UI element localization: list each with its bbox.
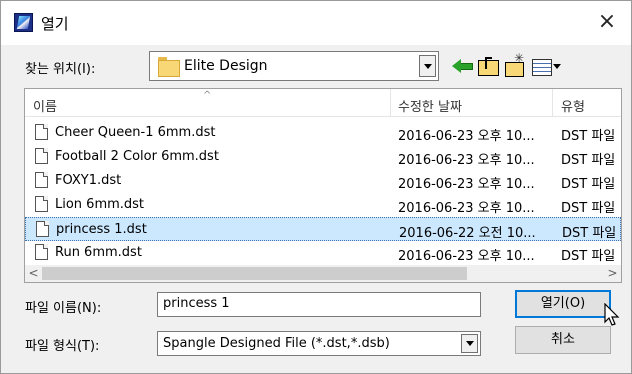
window-title: 열기 xyxy=(41,15,69,33)
file-row[interactable]: princess 1.dst 2016-06-22 오전 10... DST 파일 xyxy=(25,217,621,241)
folder-icon xyxy=(158,57,180,77)
chevron-down-icon[interactable] xyxy=(419,55,436,77)
file-type-value: Spangle Designed File (*.dst,*.dsb) xyxy=(163,336,390,351)
view-menu-icon[interactable] xyxy=(531,55,563,77)
file-rows: Cheer Queen-1 6mm.dst 2016-06-23 오후 10...… xyxy=(25,121,621,265)
file-type-label: 파일 형식(T): xyxy=(25,339,100,354)
file-list[interactable]: ^ 이름 수정한 날짜 유형 Cheer Queen-1 6mm.dst 2016… xyxy=(24,88,622,283)
horizontal-scrollbar[interactable]: < > xyxy=(25,265,621,282)
file-name: Run 6mm.dst xyxy=(55,245,142,260)
file-row[interactable]: Football 2 Color 6mm.dst 2016-06-23 오후 10… xyxy=(25,145,621,169)
look-in-value: Elite Design xyxy=(184,58,268,74)
up-folder-icon[interactable] xyxy=(477,55,499,77)
scroll-right-icon[interactable]: > xyxy=(604,265,621,282)
file-row[interactable]: Lion 6mm.dst 2016-06-23 오후 10... DST 파일 xyxy=(25,193,621,217)
mouse-cursor-icon xyxy=(604,303,620,326)
file-row[interactable]: Cheer Queen-1 6mm.dst 2016-06-23 오후 10...… xyxy=(25,121,621,145)
look-in-label: 찾는 위치(I): xyxy=(25,62,96,77)
file-date-modified: 2016-06-23 오후 10... xyxy=(398,201,535,216)
open-button[interactable]: 열기(O) xyxy=(515,290,611,318)
chevron-down-icon[interactable] xyxy=(461,334,478,353)
file-type: DST 파일 xyxy=(561,249,616,264)
file-icon xyxy=(35,172,48,188)
file-name: princess 1.dst xyxy=(56,222,147,237)
file-row[interactable]: FOXY1.dst 2016-06-23 오후 10... DST 파일 xyxy=(25,169,621,193)
file-type: DST 파일 xyxy=(561,177,616,192)
title-bar: 열기 × xyxy=(1,1,631,45)
file-date-modified: 2016-06-23 오후 10... xyxy=(398,177,535,192)
close-icon[interactable]: × xyxy=(595,8,619,36)
column-type[interactable]: 유형 xyxy=(561,96,585,115)
file-date-modified: 2016-06-23 오후 10... xyxy=(398,249,535,264)
file-date-modified: 2016-06-22 오전 10... xyxy=(399,226,536,241)
sort-caret-icon: ^ xyxy=(203,90,212,101)
column-name[interactable]: 이름 xyxy=(33,96,57,115)
file-date-modified: 2016-06-23 오후 10... xyxy=(398,153,535,168)
file-row[interactable]: Run 6mm.dst 2016-06-23 오후 10... DST 파일 xyxy=(25,241,621,265)
column-divider[interactable] xyxy=(552,89,553,117)
file-type: DST 파일 xyxy=(561,201,616,216)
list-header: ^ 이름 수정한 날짜 유형 xyxy=(25,89,621,117)
column-divider[interactable] xyxy=(390,89,391,117)
file-type-dropdown[interactable]: Spangle Designed File (*.dst,*.dsb) xyxy=(157,331,481,356)
file-name-input[interactable]: princess 1 xyxy=(157,292,481,317)
new-folder-icon[interactable] xyxy=(504,51,526,77)
column-date-modified[interactable]: 수정한 날짜 xyxy=(398,96,462,115)
file-name: Lion 6mm.dst xyxy=(55,197,145,212)
file-type: DST 파일 xyxy=(562,226,617,241)
file-icon xyxy=(35,124,48,140)
file-icon xyxy=(35,196,48,212)
file-type: DST 파일 xyxy=(561,153,616,168)
file-type: DST 파일 xyxy=(561,129,616,144)
app-icon xyxy=(14,13,33,32)
file-icon xyxy=(36,221,49,237)
open-file-dialog: 열기 × 찾는 위치(I): Elite Design ^ 이름 수정한 날짜 … xyxy=(0,0,632,374)
file-name: FOXY1.dst xyxy=(55,173,122,188)
file-date-modified: 2016-06-23 오후 10... xyxy=(398,129,535,144)
scrollbar-thumb[interactable] xyxy=(42,267,467,280)
look-in-dropdown[interactable]: Elite Design xyxy=(149,51,439,81)
file-name: Cheer Queen-1 6mm.dst xyxy=(55,125,216,140)
cancel-button[interactable]: 취소 xyxy=(515,326,611,354)
scroll-left-icon[interactable]: < xyxy=(25,265,42,282)
file-name: Football 2 Color 6mm.dst xyxy=(55,149,219,164)
back-arrow-icon[interactable] xyxy=(451,55,473,77)
file-name-label: 파일 이름(N): xyxy=(25,301,102,316)
file-icon xyxy=(35,244,48,260)
file-icon xyxy=(35,148,48,164)
